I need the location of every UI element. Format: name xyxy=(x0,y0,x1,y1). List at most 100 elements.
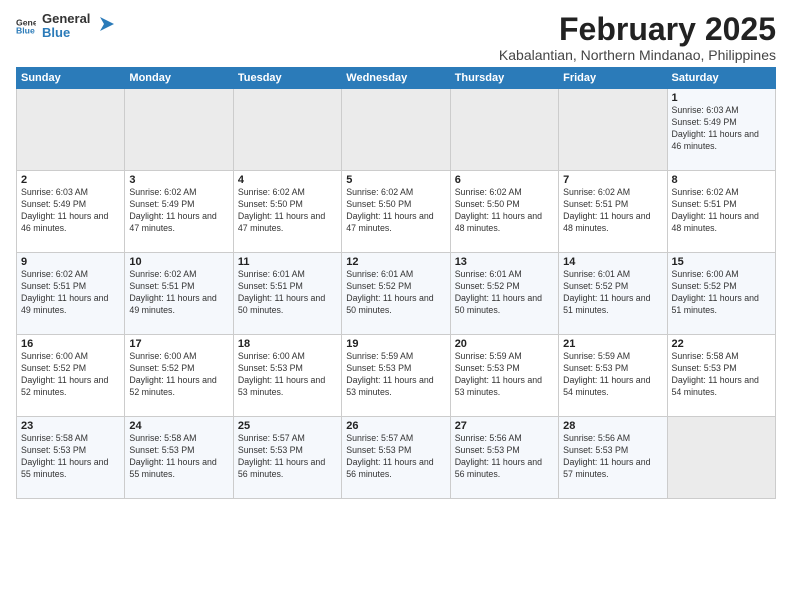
table-row: 13Sunrise: 6:01 AMSunset: 5:52 PMDayligh… xyxy=(450,253,558,335)
day-number: 25 xyxy=(238,420,337,432)
day-number: 18 xyxy=(238,338,337,350)
day-info: Sunrise: 5:58 AMSunset: 5:53 PMDaylight:… xyxy=(129,433,228,481)
table-row: 16Sunrise: 6:00 AMSunset: 5:52 PMDayligh… xyxy=(17,335,125,417)
day-number: 13 xyxy=(455,256,554,268)
table-row: 24Sunrise: 5:58 AMSunset: 5:53 PMDayligh… xyxy=(125,417,233,499)
day-info: Sunrise: 5:58 AMSunset: 5:53 PMDaylight:… xyxy=(21,433,120,481)
day-info: Sunrise: 6:01 AMSunset: 5:52 PMDaylight:… xyxy=(455,269,554,317)
table-row: 2Sunrise: 6:03 AMSunset: 5:49 PMDaylight… xyxy=(17,171,125,253)
day-number: 23 xyxy=(21,420,120,432)
day-info: Sunrise: 6:00 AMSunset: 5:52 PMDaylight:… xyxy=(129,351,228,399)
table-row: 27Sunrise: 5:56 AMSunset: 5:53 PMDayligh… xyxy=(450,417,558,499)
day-number: 14 xyxy=(563,256,662,268)
day-number: 15 xyxy=(672,256,771,268)
day-info: Sunrise: 6:03 AMSunset: 5:49 PMDaylight:… xyxy=(21,187,120,235)
day-number: 3 xyxy=(129,174,228,186)
day-number: 7 xyxy=(563,174,662,186)
day-number: 20 xyxy=(455,338,554,350)
table-row: 1Sunrise: 6:03 AMSunset: 5:49 PMDaylight… xyxy=(667,89,775,171)
table-row: 23Sunrise: 5:58 AMSunset: 5:53 PMDayligh… xyxy=(17,417,125,499)
table-row: 19Sunrise: 5:59 AMSunset: 5:53 PMDayligh… xyxy=(342,335,450,417)
day-info: Sunrise: 5:57 AMSunset: 5:53 PMDaylight:… xyxy=(346,433,445,481)
day-info: Sunrise: 6:02 AMSunset: 5:51 PMDaylight:… xyxy=(21,269,120,317)
calendar-week-1: 1Sunrise: 6:03 AMSunset: 5:49 PMDaylight… xyxy=(17,89,776,171)
calendar-table: Sunday Monday Tuesday Wednesday Thursday… xyxy=(16,67,776,499)
day-number: 24 xyxy=(129,420,228,432)
day-number: 8 xyxy=(672,174,771,186)
day-info: Sunrise: 6:00 AMSunset: 5:53 PMDaylight:… xyxy=(238,351,337,399)
table-row: 10Sunrise: 6:02 AMSunset: 5:51 PMDayligh… xyxy=(125,253,233,335)
table-row: 4Sunrise: 6:02 AMSunset: 5:50 PMDaylight… xyxy=(233,171,341,253)
col-monday: Monday xyxy=(125,68,233,89)
day-info: Sunrise: 5:59 AMSunset: 5:53 PMDaylight:… xyxy=(455,351,554,399)
day-number: 1 xyxy=(672,92,771,104)
table-row: 21Sunrise: 5:59 AMSunset: 5:53 PMDayligh… xyxy=(559,335,667,417)
day-number: 22 xyxy=(672,338,771,350)
table-row: 12Sunrise: 6:01 AMSunset: 5:52 PMDayligh… xyxy=(342,253,450,335)
header: General Blue General Blue February 2025 … xyxy=(16,12,776,63)
table-row xyxy=(559,89,667,171)
table-row xyxy=(342,89,450,171)
day-info: Sunrise: 6:01 AMSunset: 5:52 PMDaylight:… xyxy=(563,269,662,317)
table-row: 26Sunrise: 5:57 AMSunset: 5:53 PMDayligh… xyxy=(342,417,450,499)
page-subtitle: Kabalantian, Northern Mindanao, Philippi… xyxy=(499,47,776,63)
page-title: February 2025 xyxy=(499,12,776,47)
day-info: Sunrise: 5:59 AMSunset: 5:53 PMDaylight:… xyxy=(563,351,662,399)
day-info: Sunrise: 6:01 AMSunset: 5:52 PMDaylight:… xyxy=(346,269,445,317)
day-info: Sunrise: 6:02 AMSunset: 5:50 PMDaylight:… xyxy=(238,187,337,235)
day-info: Sunrise: 5:56 AMSunset: 5:53 PMDaylight:… xyxy=(563,433,662,481)
table-row: 3Sunrise: 6:02 AMSunset: 5:49 PMDaylight… xyxy=(125,171,233,253)
day-number: 12 xyxy=(346,256,445,268)
table-row: 7Sunrise: 6:02 AMSunset: 5:51 PMDaylight… xyxy=(559,171,667,253)
day-info: Sunrise: 6:02 AMSunset: 5:51 PMDaylight:… xyxy=(129,269,228,317)
day-number: 2 xyxy=(21,174,120,186)
day-info: Sunrise: 6:02 AMSunset: 5:50 PMDaylight:… xyxy=(455,187,554,235)
calendar-week-3: 9Sunrise: 6:02 AMSunset: 5:51 PMDaylight… xyxy=(17,253,776,335)
calendar-week-5: 23Sunrise: 5:58 AMSunset: 5:53 PMDayligh… xyxy=(17,417,776,499)
calendar-header-row: Sunday Monday Tuesday Wednesday Thursday… xyxy=(17,68,776,89)
day-number: 6 xyxy=(455,174,554,186)
day-info: Sunrise: 6:00 AMSunset: 5:52 PMDaylight:… xyxy=(21,351,120,399)
day-number: 21 xyxy=(563,338,662,350)
col-friday: Friday xyxy=(559,68,667,89)
day-number: 9 xyxy=(21,256,120,268)
table-row: 28Sunrise: 5:56 AMSunset: 5:53 PMDayligh… xyxy=(559,417,667,499)
day-info: Sunrise: 6:02 AMSunset: 5:51 PMDaylight:… xyxy=(563,187,662,235)
table-row: 18Sunrise: 6:00 AMSunset: 5:53 PMDayligh… xyxy=(233,335,341,417)
table-row: 20Sunrise: 5:59 AMSunset: 5:53 PMDayligh… xyxy=(450,335,558,417)
day-number: 5 xyxy=(346,174,445,186)
day-info: Sunrise: 5:57 AMSunset: 5:53 PMDaylight:… xyxy=(238,433,337,481)
day-number: 16 xyxy=(21,338,120,350)
col-sunday: Sunday xyxy=(17,68,125,89)
day-info: Sunrise: 5:58 AMSunset: 5:53 PMDaylight:… xyxy=(672,351,771,399)
logo-blue: Blue xyxy=(42,26,90,40)
table-row: 9Sunrise: 6:02 AMSunset: 5:51 PMDaylight… xyxy=(17,253,125,335)
day-number: 26 xyxy=(346,420,445,432)
day-info: Sunrise: 6:01 AMSunset: 5:51 PMDaylight:… xyxy=(238,269,337,317)
col-tuesday: Tuesday xyxy=(233,68,341,89)
day-number: 19 xyxy=(346,338,445,350)
day-number: 4 xyxy=(238,174,337,186)
table-row: 17Sunrise: 6:00 AMSunset: 5:52 PMDayligh… xyxy=(125,335,233,417)
svg-text:Blue: Blue xyxy=(16,26,35,36)
title-block: February 2025 Kabalantian, Northern Mind… xyxy=(499,12,776,63)
table-row xyxy=(667,417,775,499)
table-row: 14Sunrise: 6:01 AMSunset: 5:52 PMDayligh… xyxy=(559,253,667,335)
table-row: 8Sunrise: 6:02 AMSunset: 5:51 PMDaylight… xyxy=(667,171,775,253)
col-saturday: Saturday xyxy=(667,68,775,89)
logo: General Blue General Blue xyxy=(16,12,118,41)
day-number: 28 xyxy=(563,420,662,432)
calendar-week-2: 2Sunrise: 6:03 AMSunset: 5:49 PMDaylight… xyxy=(17,171,776,253)
table-row: 11Sunrise: 6:01 AMSunset: 5:51 PMDayligh… xyxy=(233,253,341,335)
table-row xyxy=(233,89,341,171)
day-info: Sunrise: 6:02 AMSunset: 5:49 PMDaylight:… xyxy=(129,187,228,235)
table-row xyxy=(125,89,233,171)
day-number: 10 xyxy=(129,256,228,268)
table-row xyxy=(450,89,558,171)
logo-icon: General Blue xyxy=(16,16,36,36)
day-info: Sunrise: 6:02 AMSunset: 5:50 PMDaylight:… xyxy=(346,187,445,235)
day-info: Sunrise: 5:59 AMSunset: 5:53 PMDaylight:… xyxy=(346,351,445,399)
day-number: 11 xyxy=(238,256,337,268)
calendar-week-4: 16Sunrise: 6:00 AMSunset: 5:52 PMDayligh… xyxy=(17,335,776,417)
logo-general: General xyxy=(42,12,90,26)
